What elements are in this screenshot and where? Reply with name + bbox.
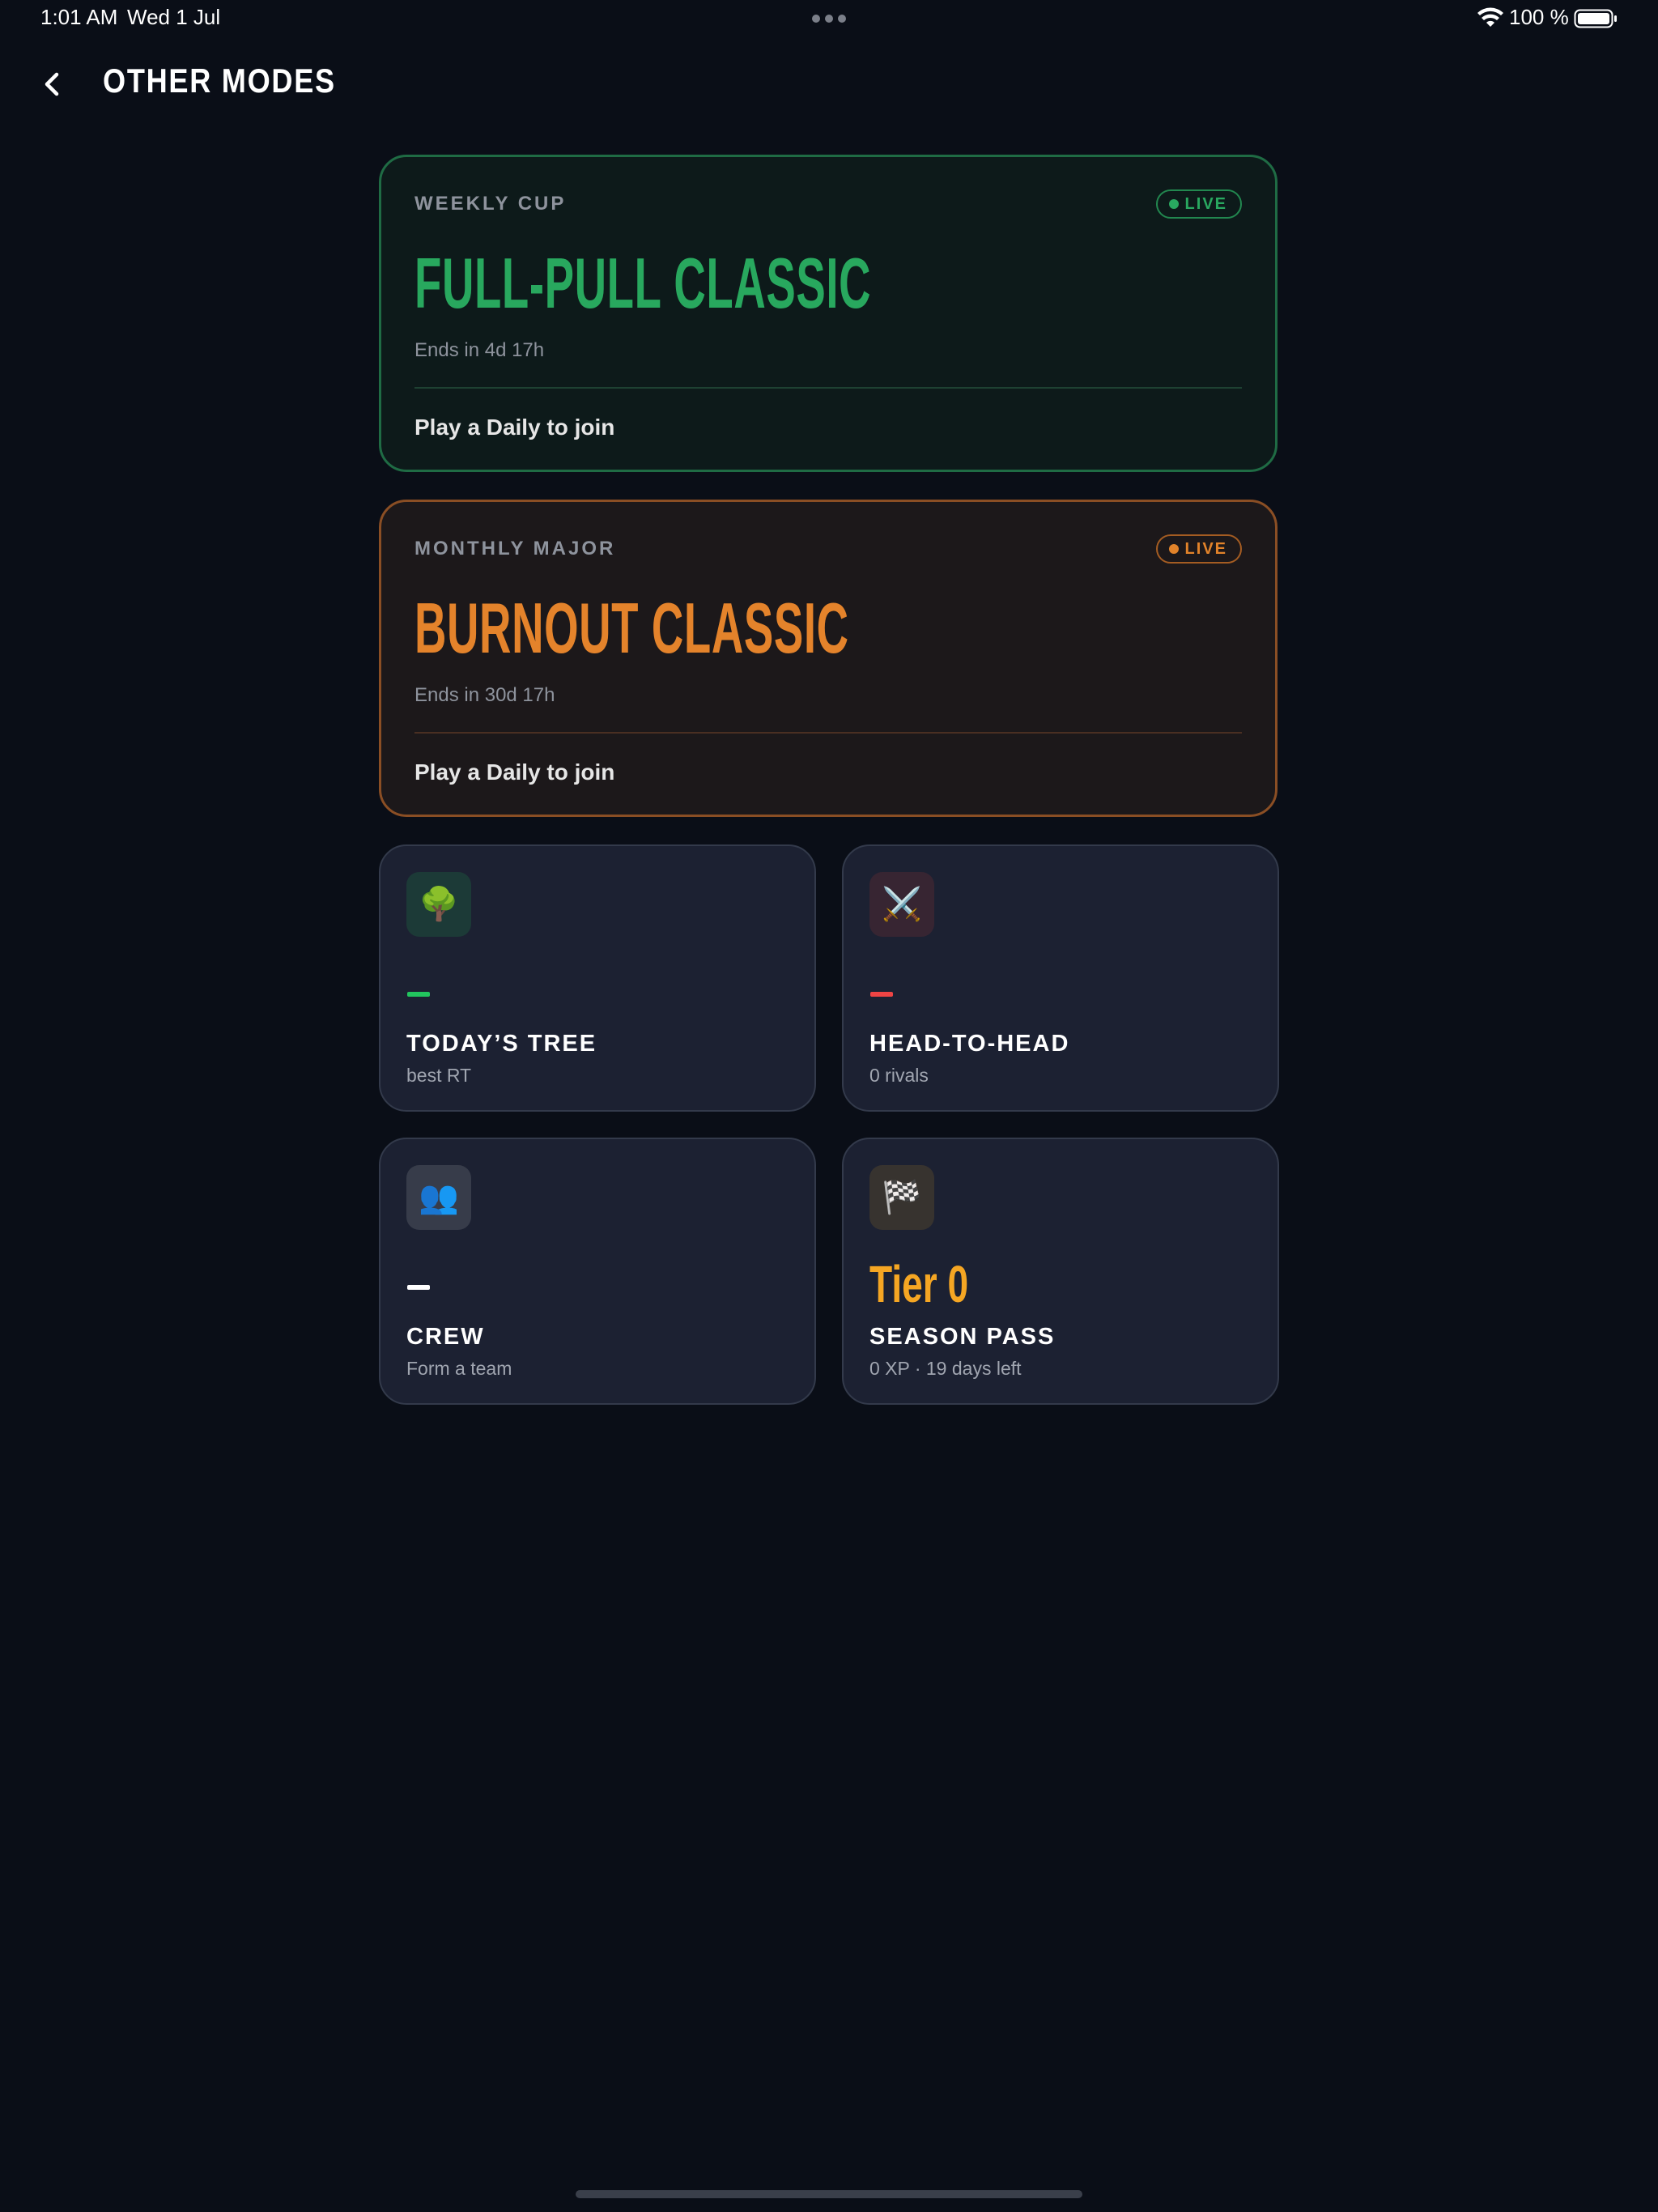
battery-percentage: 100 % (1509, 5, 1569, 29)
live-badge-label: LIVE (1184, 539, 1227, 558)
event-join-prompt[interactable]: Play a Daily to join (414, 415, 614, 440)
live-badge-label: LIVE (1184, 194, 1227, 213)
event-label: MONTHLY MAJOR (414, 538, 616, 559)
tile-subtitle: best RT (406, 1065, 472, 1086)
tile-value-dash (407, 992, 430, 997)
tile-subtitle: Form a team (406, 1358, 512, 1379)
multitasking-dots-icon[interactable] (812, 15, 846, 23)
tree-icon: 🌳 (406, 872, 471, 937)
live-dot-icon (1168, 199, 1179, 209)
tile-subtitle: 0 rivals (869, 1065, 929, 1086)
event-ends: Ends in 30d 17h (414, 684, 555, 706)
wifi-icon (1477, 7, 1503, 27)
checkered-flag-icon: 🏁 (869, 1165, 934, 1230)
todays-tree-tile[interactable]: 🌳 TODAY’S TREE best RT (379, 844, 816, 1112)
crossed-swords-icon: ⚔️ (869, 872, 934, 937)
tile-title: CREW (406, 1324, 485, 1350)
event-join-prompt[interactable]: Play a Daily to join (414, 759, 614, 785)
tile-subtitle: 0 XP · 19 days left (869, 1358, 1022, 1379)
status-time: 1:01 AM (40, 5, 118, 29)
event-title: BURNOUT CLASSIC (414, 588, 849, 668)
tile-title: SEASON PASS (869, 1324, 1056, 1350)
back-button[interactable] (36, 60, 68, 108)
battery-icon (1574, 9, 1617, 28)
tile-value-dash (407, 1285, 430, 1290)
chevron-left-icon (45, 72, 59, 96)
event-label: WEEKLY CUP (414, 193, 567, 215)
page-title: OTHER MODES (103, 62, 336, 100)
home-indicator[interactable] (576, 2190, 1082, 2198)
tile-title: TODAY’S TREE (406, 1031, 597, 1057)
monthly-major-card[interactable]: MONTHLY MAJOR LIVE BURNOUT CLASSIC Ends … (379, 500, 1278, 817)
season-pass-tile[interactable]: 🏁 Tier 0 SEASON PASS 0 XP · 19 days left (842, 1138, 1279, 1405)
status-date: Wed 1 Jul (127, 5, 221, 29)
crew-tile[interactable]: 👥 CREW Form a team (379, 1138, 816, 1405)
divider (414, 387, 1242, 389)
divider (414, 732, 1242, 734)
head-to-head-tile[interactable]: ⚔️ HEAD-TO-HEAD 0 rivals (842, 844, 1279, 1112)
tile-title: HEAD-TO-HEAD (869, 1031, 1070, 1057)
live-badge: LIVE (1155, 189, 1242, 219)
season-pass-tier: Tier 0 (869, 1255, 969, 1313)
tile-value-dash (870, 992, 893, 997)
status-bar: 1:01 AM Wed 1 Jul 100 % (0, 0, 1658, 39)
live-dot-icon (1168, 544, 1179, 554)
event-ends: Ends in 4d 17h (414, 339, 545, 361)
people-icon: 👥 (406, 1165, 471, 1230)
live-badge: LIVE (1155, 534, 1242, 564)
weekly-cup-card[interactable]: WEEKLY CUP LIVE FULL-PULL CLASSIC Ends i… (379, 155, 1278, 472)
event-title: FULL-PULL CLASSIC (414, 243, 872, 323)
